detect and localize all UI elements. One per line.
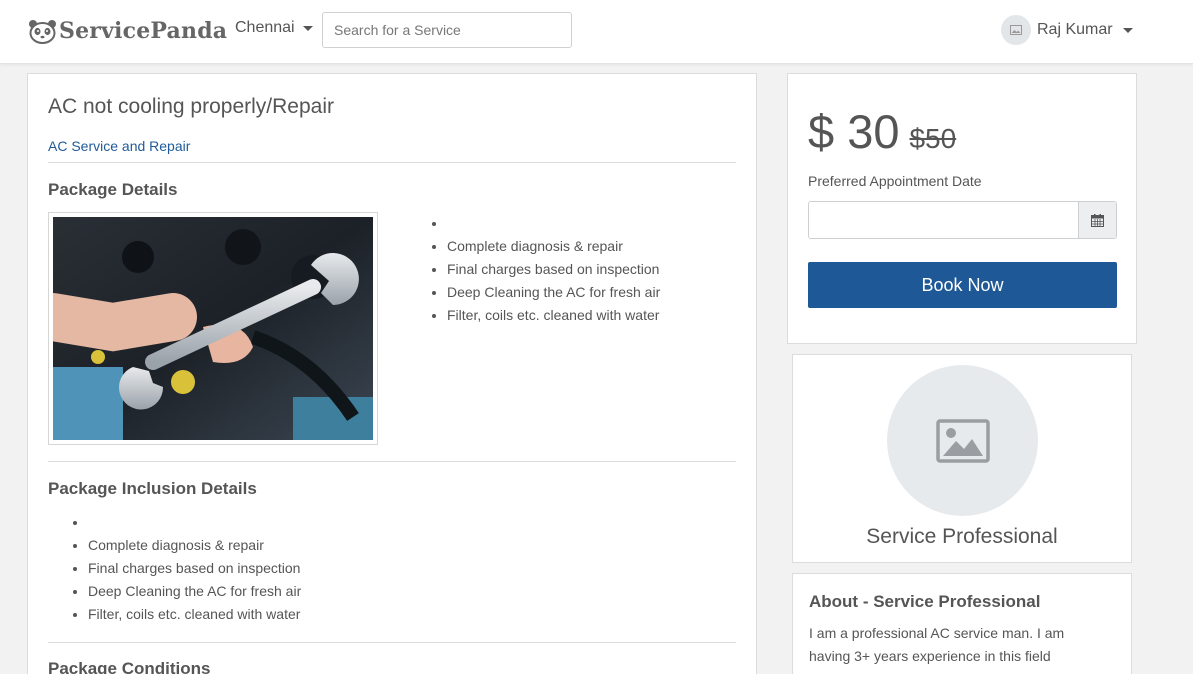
- inclusion-list: Complete diagnosis & repair Final charge…: [88, 511, 301, 626]
- image-placeholder-icon: [935, 418, 990, 463]
- chevron-down-icon: [1122, 27, 1133, 33]
- current-price: $ 30: [808, 105, 900, 158]
- page-title: AC not cooling properly/Repair: [48, 95, 334, 118]
- booking-card: $ 30 $50 Preferred Appointment Date Book…: [787, 73, 1137, 344]
- book-now-button[interactable]: Book Now: [808, 262, 1117, 308]
- list-item: Deep Cleaning the AC for fresh air: [88, 580, 301, 603]
- list-item: Complete diagnosis & repair: [447, 235, 660, 258]
- calendar-button[interactable]: [1078, 202, 1116, 238]
- image-placeholder-icon: [1010, 25, 1022, 35]
- price-block: $ 30 $50: [808, 104, 956, 159]
- navbar: ServicePanda Chennai Raj Kumar: [0, 0, 1193, 64]
- avatar: [1001, 15, 1031, 45]
- chevron-down-icon: [302, 25, 313, 31]
- list-item: Deep Cleaning the AC for fresh air: [447, 281, 660, 304]
- brand-logo[interactable]: ServicePanda: [28, 17, 227, 45]
- inclusion-heading: Package Inclusion Details: [48, 479, 257, 498]
- city-dropdown[interactable]: Chennai: [235, 19, 313, 37]
- professional-card: Service Professional: [792, 354, 1132, 563]
- panda-icon: [29, 19, 56, 44]
- list-item: Complete diagnosis & repair: [88, 534, 301, 557]
- list-item: [447, 212, 660, 235]
- package-details-list: Complete diagnosis & repair Final charge…: [447, 212, 660, 327]
- list-item: Final charges based on inspection: [447, 258, 660, 281]
- list-item: Filter, coils etc. cleaned with water: [88, 603, 301, 626]
- about-text: I am a professional AC service man. I am…: [809, 625, 1065, 664]
- service-details-card: AC not cooling properly/Repair AC Servic…: [27, 73, 757, 674]
- list-item: Final charges based on inspection: [88, 557, 301, 580]
- conditions-heading: Package Conditions: [48, 659, 211, 674]
- user-name: Raj Kumar: [1037, 21, 1113, 38]
- about-card: About - Service Professional I am a prof…: [792, 573, 1132, 674]
- divider: [48, 642, 736, 643]
- original-price: $50: [909, 123, 957, 154]
- category-link[interactable]: AC Service and Repair: [48, 138, 190, 154]
- search-input[interactable]: [322, 12, 572, 48]
- professional-name: Service Professional: [866, 525, 1058, 548]
- package-details-heading: Package Details: [48, 180, 178, 199]
- divider: [48, 461, 736, 462]
- brand-name: ServicePanda: [59, 18, 228, 44]
- calendar-icon: [1091, 213, 1104, 227]
- city-label: Chennai: [235, 19, 295, 36]
- appointment-date-input[interactable]: [809, 202, 1078, 238]
- appointment-date-picker: [808, 201, 1117, 239]
- professional-avatar: [887, 365, 1038, 516]
- about-heading: About - Service Professional: [809, 592, 1041, 611]
- appointment-date-label: Preferred Appointment Date: [808, 173, 982, 189]
- user-menu[interactable]: Raj Kumar: [1001, 15, 1133, 45]
- list-item: [88, 511, 301, 534]
- wrench-engine-image: [53, 217, 373, 440]
- list-item: Filter, coils etc. cleaned with water: [447, 304, 660, 327]
- service-image: [48, 212, 378, 445]
- divider: [48, 162, 736, 163]
